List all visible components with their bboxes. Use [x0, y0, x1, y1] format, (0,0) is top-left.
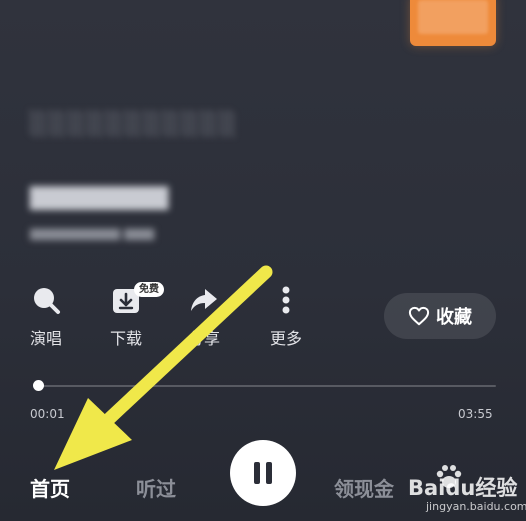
more-icon: [282, 286, 290, 314]
sing-icon: [34, 288, 60, 314]
lyric-line-blurred: ░░░░░░░░░░░: [30, 112, 239, 137]
progress-bar[interactable]: [36, 385, 496, 387]
sing-label: 演唱: [29, 329, 62, 348]
pause-button[interactable]: [230, 440, 296, 506]
tab-home[interactable]: 首页: [30, 473, 70, 502]
tab-earn-cash[interactable]: 领现金: [334, 473, 394, 502]
share-label: 分享: [187, 329, 220, 348]
collect-label: 收藏: [436, 307, 472, 328]
more-label: 更多: [269, 329, 302, 348]
song-title-blurred: █████████: [30, 186, 169, 210]
share-icon: [191, 289, 217, 311]
collect-button[interactable]: 收藏: [384, 293, 496, 339]
total-time: 03:55: [458, 407, 493, 421]
pause-icon: [254, 462, 272, 484]
heart-outline-icon: [408, 306, 430, 326]
song-artist-blurred: ▆▆▆▆▆▆▆▆▆ ▆▆▆: [30, 226, 155, 241]
tab-history[interactable]: 听过: [136, 473, 176, 502]
current-time: 00:01: [30, 407, 65, 421]
watermark-url: jingyan.baidu.com: [426, 500, 526, 513]
album-cover-art: [418, 0, 488, 34]
download-label: 下载: [109, 329, 142, 348]
watermark-logo-text: Baidu经验: [408, 476, 518, 500]
album-cover-thumbnail[interactable]: [410, 0, 496, 46]
free-badge: 免费: [134, 282, 164, 297]
progress-knob[interactable]: [33, 380, 44, 391]
baidu-jingyan-watermark: Baidu经验 jingyan.baidu.com: [404, 460, 526, 520]
